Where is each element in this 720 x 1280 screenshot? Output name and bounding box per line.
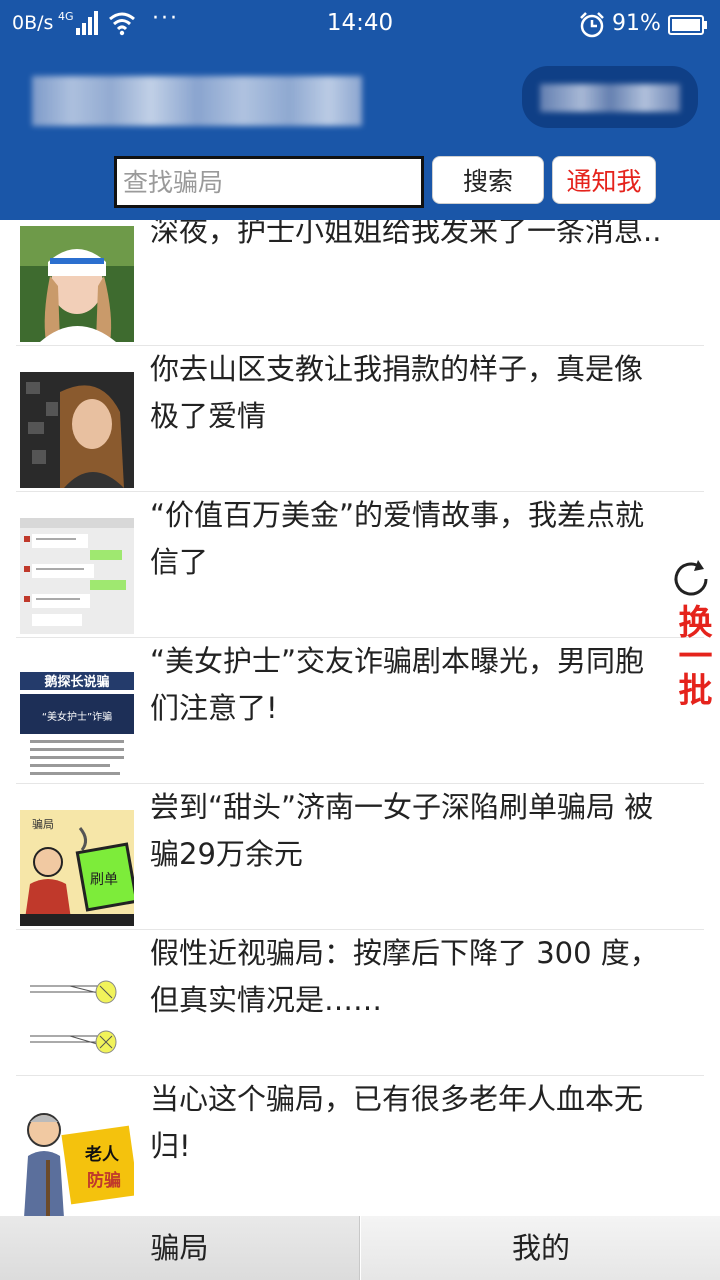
woman-photo-thumbnail: [20, 372, 134, 488]
poster-title-text: 鹅探长说骗: [44, 674, 109, 690]
article-item-0[interactable]: 深夜，护士小姐姐给我发来了一条消息..: [16, 220, 704, 346]
article-item-2[interactable]: “价值百万美金”的爱情故事，我差点就信了: [16, 492, 704, 638]
elderly-text-line1: 老人: [84, 1144, 120, 1165]
article-item-6[interactable]: 老人 防骗 当心这个骗局，已有很多老年人血本无归!: [16, 1076, 704, 1216]
article-title: 深夜，护士小姐姐给我发来了一条消息..: [150, 220, 662, 248]
refresh-icon: [674, 560, 708, 596]
tab-scams[interactable]: 骗局: [0, 1216, 360, 1280]
cartoon-screen-text: 刷单: [90, 872, 118, 888]
tab-mine[interactable]: 我的: [361, 1216, 720, 1280]
bottom-tab-bar: 骗局 我的: [0, 1216, 720, 1280]
elderly-text-line2: 防骗: [87, 1170, 121, 1191]
article-title: “价值百万美金”的爱情故事，我差点就信了: [150, 498, 645, 579]
elderly-cartoon-thumbnail: 老人 防骗: [20, 1102, 134, 1216]
cartoon-tag-text: 骗局: [32, 817, 54, 831]
battery-percentage: 91%: [612, 11, 661, 36]
search-button[interactable]: 搜索: [432, 156, 544, 204]
refresh-label: 换一批: [672, 604, 712, 706]
article-title: 尝到“甜头”济南一女子深陷刷单骗局 被骗29万余元: [150, 790, 654, 871]
blurred-header-badge: [522, 66, 698, 128]
article-title: 当心这个骗局，已有很多老年人血本无归!: [150, 1082, 644, 1163]
article-item-4[interactable]: 骗局 刷单 尝到“甜头”济南一女子深陷刷单骗局 被骗29万余元: [16, 784, 704, 930]
article-item-5[interactable]: 假性近视骗局：按摩后下降了 300 度，但真实情况是……: [16, 930, 704, 1076]
article-title: 假性近视骗局：按摩后下降了 300 度，但真实情况是……: [150, 936, 659, 1017]
article-title: “美女护士”交友诈骗剧本曝光，男同胞们注意了!: [150, 644, 645, 725]
poster-subtitle-text: “美女护士”诈骗: [42, 710, 112, 723]
blurred-app-title: [32, 76, 362, 126]
battery-icon: [668, 15, 707, 35]
nurse-photo-thumbnail: [20, 226, 134, 342]
status-bar: 0B/s 4G ··· 14:40 91%: [0, 0, 720, 50]
article-item-1[interactable]: 你去山区支教让我捐款的样子，真是像极了爱情: [16, 346, 704, 492]
refresh-batch-button[interactable]: 换一批: [664, 556, 718, 726]
search-input[interactable]: [114, 156, 424, 208]
article-list: 深夜，护士小姐姐给我发来了一条消息.. 你去山区支教让我捐款的样子，真是像极了爱…: [0, 220, 720, 1216]
article-title: 你去山区支教让我捐款的样子，真是像极了爱情: [150, 352, 644, 433]
poster-thumbnail: 鹅探长说骗 “美女护士”诈骗: [20, 664, 134, 780]
notify-me-button[interactable]: 通知我: [552, 156, 656, 204]
eye-diagram-thumbnail: [20, 956, 134, 1072]
app-header: 搜索 通知我: [0, 50, 720, 220]
chat-screenshot-thumbnail: [20, 518, 134, 634]
cartoon-thumbnail: 骗局 刷单: [20, 810, 134, 926]
alarm-icon: [580, 12, 604, 38]
article-item-3[interactable]: 鹅探长说骗 “美女护士”诈骗 “美女护士”交友诈骗剧本曝光，男同胞们注意了!: [16, 638, 704, 784]
